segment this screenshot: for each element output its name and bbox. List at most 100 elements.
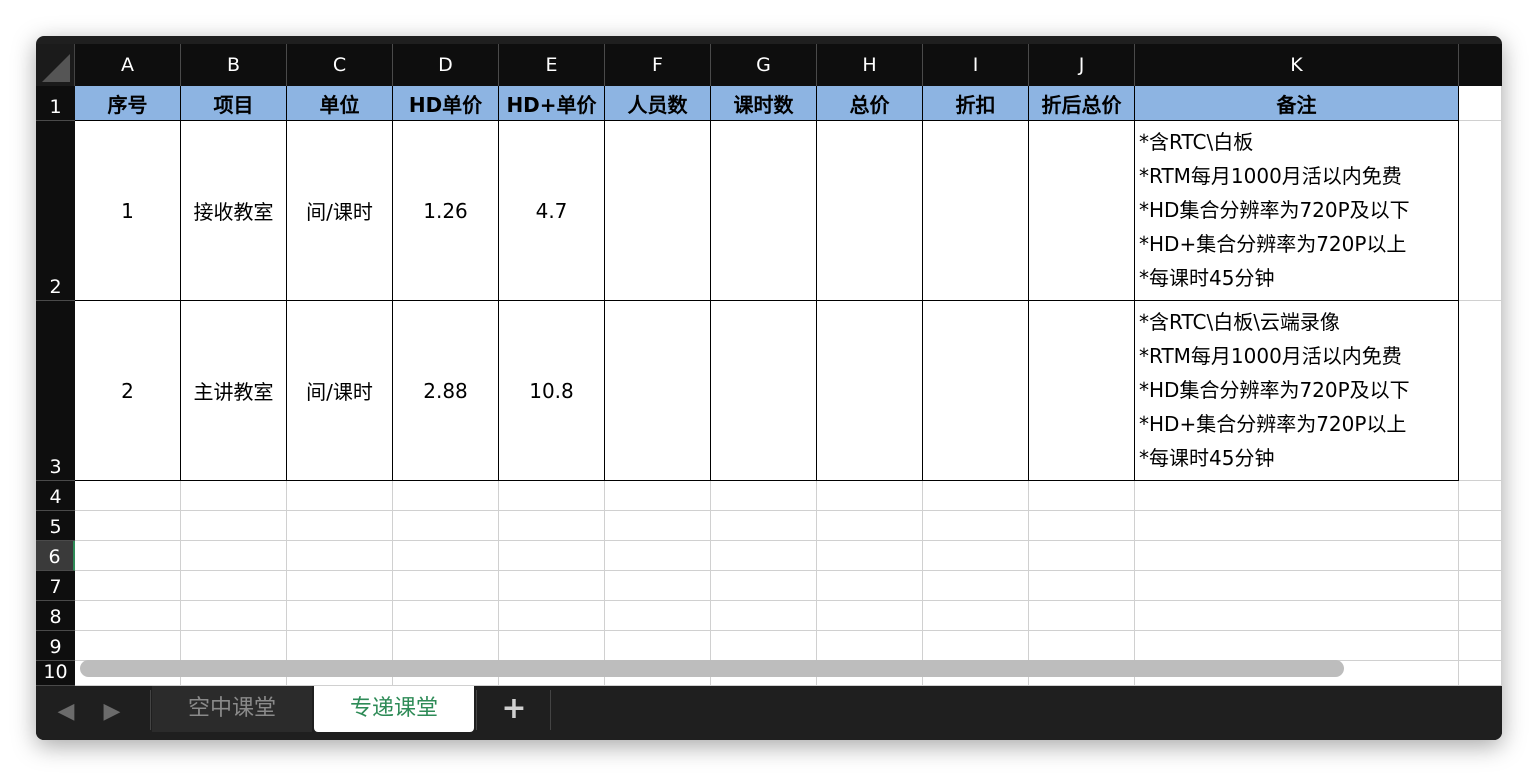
cell[interactable]	[75, 601, 181, 631]
column-header-e[interactable]: E	[499, 44, 605, 86]
cell[interactable]	[287, 601, 393, 631]
cell-f3[interactable]	[605, 301, 711, 481]
cell[interactable]	[923, 601, 1029, 631]
cell-b3[interactable]: 主讲教室	[181, 301, 287, 481]
cell[interactable]	[393, 481, 499, 511]
cell-e2[interactable]: 4.7	[499, 121, 605, 301]
cell[interactable]	[1459, 481, 1502, 511]
row-header-3[interactable]: 3	[36, 301, 75, 481]
cell[interactable]	[1459, 511, 1502, 541]
cell-j2[interactable]	[1029, 121, 1135, 301]
header-cell-item[interactable]: 项目	[181, 86, 287, 121]
cell[interactable]	[1459, 121, 1502, 301]
cell[interactable]	[393, 601, 499, 631]
cell-grid[interactable]: 序号 项目 单位 HD单价 HD+单价 人员数 课时数 总价 折扣 折后总价 备…	[75, 86, 1502, 686]
header-cell-hdplus-price[interactable]: HD+单价	[499, 86, 605, 121]
cell-h2[interactable]	[817, 121, 923, 301]
cell[interactable]	[1459, 631, 1502, 661]
cell[interactable]	[287, 541, 393, 571]
cell[interactable]	[393, 571, 499, 601]
row-header-8[interactable]: 8	[36, 601, 75, 631]
column-header-h[interactable]: H	[817, 44, 923, 86]
cell-e3[interactable]: 10.8	[499, 301, 605, 481]
column-header-d[interactable]: D	[393, 44, 499, 86]
header-cell-index[interactable]: 序号	[75, 86, 181, 121]
cell-c3[interactable]: 间/课时	[287, 301, 393, 481]
cell[interactable]	[499, 571, 605, 601]
cell[interactable]	[605, 631, 711, 661]
row-header-2[interactable]: 2	[36, 121, 75, 301]
cell[interactable]	[711, 511, 817, 541]
header-cell-discounted-total[interactable]: 折后总价	[1029, 86, 1135, 121]
cell[interactable]	[181, 601, 287, 631]
cell[interactable]	[711, 601, 817, 631]
cell[interactable]	[817, 511, 923, 541]
cell[interactable]	[1029, 541, 1135, 571]
header-cell-unit[interactable]: 单位	[287, 86, 393, 121]
header-cell-discount[interactable]: 折扣	[923, 86, 1029, 121]
column-header-b[interactable]: B	[181, 44, 287, 86]
cell[interactable]	[1459, 301, 1502, 481]
cell[interactable]	[1135, 481, 1459, 511]
cell[interactable]	[605, 571, 711, 601]
cell[interactable]	[499, 541, 605, 571]
cell[interactable]	[393, 511, 499, 541]
cell[interactable]	[287, 481, 393, 511]
header-cell-lessons[interactable]: 课时数	[711, 86, 817, 121]
cell[interactable]	[1029, 481, 1135, 511]
cell[interactable]	[605, 481, 711, 511]
column-header-c[interactable]: C	[287, 44, 393, 86]
cell[interactable]	[393, 541, 499, 571]
cell-j3[interactable]	[1029, 301, 1135, 481]
cell[interactable]	[1459, 541, 1502, 571]
cell[interactable]	[75, 511, 181, 541]
cell[interactable]	[923, 541, 1029, 571]
row-header-7[interactable]: 7	[36, 571, 75, 601]
cell-b2[interactable]: 接收教室	[181, 121, 287, 301]
cell-c2[interactable]: 间/课时	[287, 121, 393, 301]
cell[interactable]	[393, 631, 499, 661]
cell[interactable]	[1459, 661, 1502, 686]
cell[interactable]	[499, 601, 605, 631]
cell[interactable]	[75, 481, 181, 511]
cell-i3[interactable]	[923, 301, 1029, 481]
cell[interactable]	[817, 631, 923, 661]
cell[interactable]	[711, 481, 817, 511]
cell[interactable]	[75, 541, 181, 571]
column-header-a[interactable]: A	[75, 44, 181, 86]
row-header-6[interactable]: 6	[36, 541, 75, 571]
cell[interactable]	[1029, 571, 1135, 601]
cell[interactable]	[181, 631, 287, 661]
cell[interactable]	[1135, 511, 1459, 541]
cell-i2[interactable]	[923, 121, 1029, 301]
row-header-10[interactable]: 10	[36, 661, 75, 686]
cell[interactable]	[181, 541, 287, 571]
cell[interactable]	[1135, 571, 1459, 601]
cell[interactable]	[499, 631, 605, 661]
cell[interactable]	[1135, 631, 1459, 661]
cell[interactable]	[1029, 511, 1135, 541]
cell[interactable]	[711, 631, 817, 661]
cell[interactable]	[605, 511, 711, 541]
cell[interactable]	[923, 481, 1029, 511]
cell[interactable]	[287, 511, 393, 541]
cell[interactable]	[923, 571, 1029, 601]
cell[interactable]	[605, 601, 711, 631]
row-header-9[interactable]: 9	[36, 631, 75, 661]
column-header-j[interactable]: J	[1029, 44, 1135, 86]
row-header-1[interactable]: 1	[36, 86, 75, 121]
prev-sheet-icon[interactable]: ◀	[56, 698, 76, 726]
cell[interactable]	[499, 481, 605, 511]
horizontal-scrollbar[interactable]	[80, 660, 1344, 677]
cell-d2[interactable]: 1.26	[393, 121, 499, 301]
cell-k2-notes[interactable]: *含RTC\白板 *RTM每月1000月活以内免费 *HD集合分辨率为720P及…	[1135, 121, 1459, 301]
cell[interactable]	[711, 541, 817, 571]
header-cell-headcount[interactable]: 人员数	[605, 86, 711, 121]
column-header-g[interactable]: G	[711, 44, 817, 86]
cell-a3[interactable]: 2	[75, 301, 181, 481]
cell[interactable]	[75, 571, 181, 601]
cell[interactable]	[817, 601, 923, 631]
cell[interactable]	[1135, 541, 1459, 571]
column-header-k[interactable]: K	[1135, 44, 1459, 86]
cell[interactable]	[923, 511, 1029, 541]
